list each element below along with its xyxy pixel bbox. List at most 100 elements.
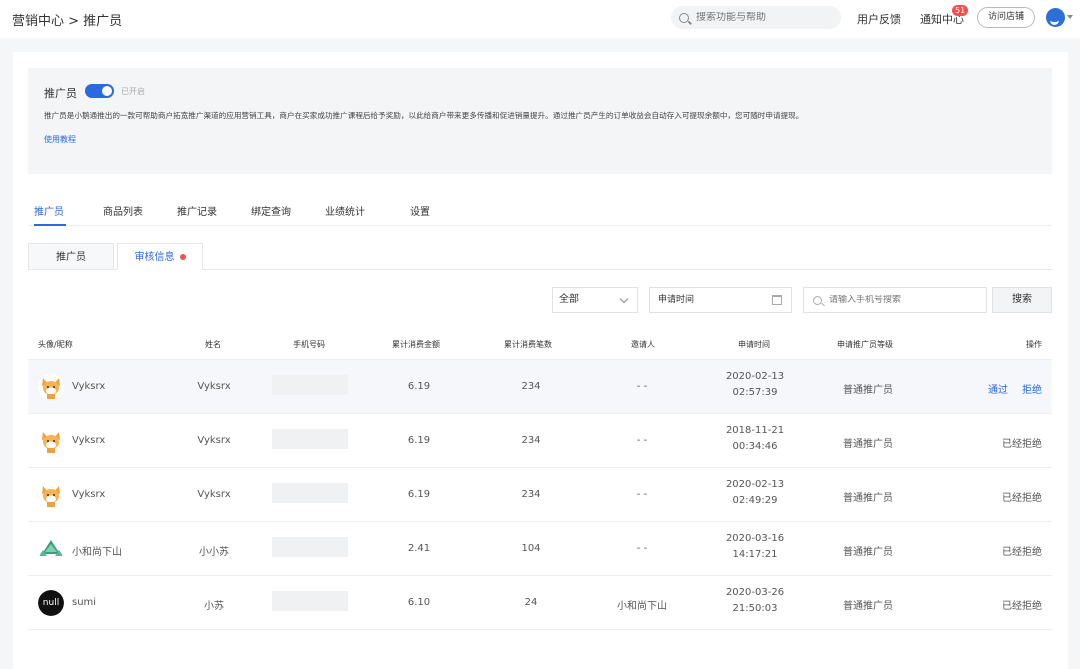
inviter: - - — [636, 489, 648, 500]
subtab-review-info[interactable]: 审核信息 — [117, 243, 203, 270]
promoter-toggle[interactable] — [85, 84, 114, 98]
masked-phone — [272, 375, 348, 395]
inviter: - - — [636, 381, 648, 392]
inviter: - - — [636, 435, 648, 446]
col-name: 姓名 — [205, 340, 221, 349]
table-row: Vyksrx Vyksrx 6.19 234 - - 2020-02-13 02:57:39… — [28, 360, 1052, 414]
global-search-input[interactable] — [696, 12, 826, 23]
unread-dot — [179, 254, 186, 260]
apply-date: 2020-03-26 — [725, 587, 785, 598]
inviter: 小和尚下山 — [617, 601, 667, 612]
search-icon — [813, 295, 822, 305]
apply-level: 普通推广员 — [843, 385, 893, 396]
phone-search[interactable] — [803, 287, 987, 313]
total-amount: 6.19 — [407, 489, 431, 500]
nickname: sumi — [72, 597, 97, 608]
search-button[interactable]: 搜索 — [992, 287, 1052, 313]
apply-level: 普通推广员 — [843, 547, 893, 558]
rejected-status: 已经拒绝 — [1002, 439, 1042, 450]
visit-store-button[interactable]: 访问店铺 — [977, 7, 1035, 28]
real-name: Vyksrx — [197, 381, 231, 392]
apply-date-picker[interactable]: 申请时间 — [649, 287, 792, 313]
real-name: Vyksrx — [197, 435, 231, 446]
apply-date: 2020-03-16 — [725, 533, 785, 544]
subtab-promoters[interactable]: 推广员 — [28, 243, 114, 270]
chevron-down-icon[interactable] — [1067, 15, 1073, 19]
col-total-count: 累计消费笔数 — [504, 340, 552, 349]
apply-time: 21:50:03 — [732, 603, 778, 614]
intro-panel: 推广员 已开启 推广员是小鹅通推出的一款可帮助商户拓宽推广渠道的应用营销工具，商… — [28, 68, 1052, 174]
intro-title: 推广员 — [44, 87, 77, 100]
search-icon — [679, 12, 689, 23]
sub-tabs: 推广员 审核信息 — [28, 243, 1052, 270]
total-count: 234 — [521, 489, 541, 500]
fox-avatar — [38, 374, 64, 400]
tab-performance-stats[interactable]: 业绩统计 — [325, 203, 365, 218]
chevron-down-icon — [619, 294, 629, 304]
total-amount: 2.41 — [407, 543, 431, 554]
total-count: 104 — [521, 543, 541, 554]
tab-promoters[interactable]: 推广员 — [34, 203, 64, 218]
col-apply-level: 申请推广员等级 — [837, 340, 893, 349]
approve-button[interactable]: 通过 — [988, 381, 1008, 396]
apply-date: 2020-02-13 — [725, 479, 785, 490]
masked-phone — [272, 591, 348, 611]
status-select-value: 全部 — [559, 294, 579, 305]
apply-date: 2018-11-21 — [725, 425, 785, 436]
nickname: Vyksrx — [72, 489, 106, 500]
main-tabs: 推广员 商品列表 推广记录 绑定查询 业绩统计 设置 — [28, 200, 1052, 226]
toggle-status: 已开启 — [121, 87, 145, 96]
apply-date: 2020-02-13 — [725, 371, 785, 382]
rejected-status: 已经拒绝 — [1002, 493, 1042, 504]
global-search[interactable] — [671, 6, 841, 29]
review-table: 头像/昵称 姓名 手机号码 累计消费金额 累计消费笔数 邀请人 申请时间 申请推… — [28, 328, 1052, 630]
total-count: 24 — [524, 597, 538, 608]
phone-search-input[interactable] — [829, 295, 979, 305]
nickname: Vyksrx — [72, 435, 106, 446]
fox-avatar — [38, 482, 64, 508]
masked-phone — [272, 429, 348, 449]
tab-binding-query[interactable]: 绑定查询 — [251, 203, 291, 218]
active-tab-indicator — [34, 224, 66, 226]
nickname: 小和尚下山 — [72, 547, 122, 558]
tutorial-link[interactable]: 使用教程 — [44, 134, 76, 145]
breadcrumb: 营销中心 > 推广员 — [12, 14, 123, 29]
feedback-link[interactable]: 用户反馈 — [857, 11, 901, 27]
notification-count-badge: 51 — [952, 5, 969, 16]
status-select[interactable]: 全部 — [552, 287, 638, 313]
col-total-amount: 累计消费金额 — [392, 340, 440, 349]
reject-button[interactable]: 拒绝 — [1022, 381, 1042, 396]
total-count: 234 — [521, 381, 541, 392]
apply-time: 14:17:21 — [732, 549, 778, 560]
real-name: 小小苏 — [199, 547, 229, 558]
col-phone: 手机号码 — [293, 340, 325, 349]
tab-settings[interactable]: 设置 — [410, 203, 430, 218]
inviter: - - — [636, 543, 648, 554]
col-avatar-nickname: 头像/昵称 — [38, 340, 73, 349]
real-name: Vyksrx — [197, 489, 231, 500]
real-name: 小苏 — [204, 601, 224, 612]
date-placeholder: 申请时间 — [658, 295, 695, 305]
rejected-status: 已经拒绝 — [1002, 601, 1042, 612]
rejected-status: 已经拒绝 — [1002, 547, 1042, 558]
col-apply-time: 申请时间 — [738, 340, 770, 349]
apply-level: 普通推广员 — [843, 601, 893, 612]
calendar-icon — [772, 295, 782, 305]
user-avatar[interactable] — [1046, 8, 1065, 27]
table-row: Vyksrx Vyksrx 6.19 234 - - 2018-11-21 00:34:46… — [28, 414, 1052, 468]
toggle-knob — [102, 86, 112, 96]
total-amount: 6.19 — [407, 381, 431, 392]
col-inviter: 邀请人 — [631, 340, 655, 349]
tree-avatar — [38, 536, 64, 562]
table-row: null sumi 小苏 6.10 24 小和尚下山 2020-03-26 21:50:03 普… — [28, 576, 1052, 630]
subtab-review-label: 审核信息 — [134, 252, 175, 263]
tab-product-list[interactable]: 商品列表 — [103, 203, 143, 218]
subtab-promoters-label: 推广员 — [56, 252, 86, 263]
total-amount: 6.19 — [407, 435, 431, 446]
tab-promotion-records[interactable]: 推广记录 — [177, 203, 217, 218]
apply-time: 02:49:29 — [732, 495, 778, 506]
table-row: 小和尚下山 小小苏 2.41 104 - - 2020-03-16 14:17:21 普通推广… — [28, 522, 1052, 576]
table-header: 头像/昵称 姓名 手机号码 累计消费金额 累计消费笔数 邀请人 申请时间 申请推… — [28, 328, 1052, 360]
fox-avatar — [38, 428, 64, 454]
null-avatar-text: null — [38, 590, 64, 616]
